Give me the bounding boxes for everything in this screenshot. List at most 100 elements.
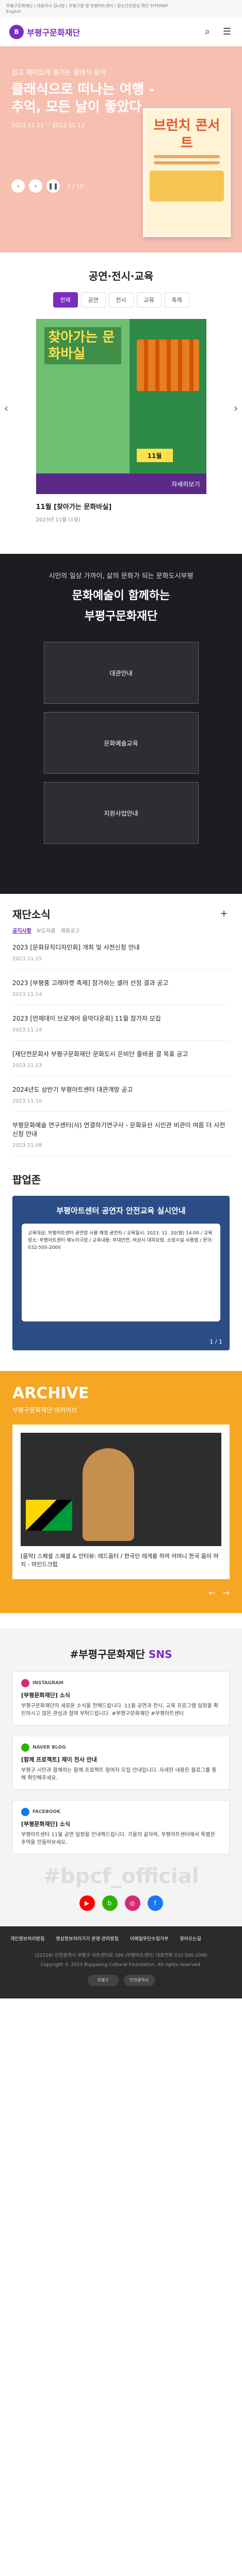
- sns-post-title: [부평문화재단] 소식: [21, 1692, 70, 1699]
- sns-title: #부평구문화재단 SNS: [12, 1646, 230, 1661]
- archive-next-arrow-icon[interactable]: →: [223, 1588, 230, 1598]
- archive-desc: 부평구문화재단 아카이브: [12, 1406, 77, 1414]
- edu-card-image: 찾아가는 문화바실 11월: [36, 319, 206, 473]
- tab-press[interactable]: 보도자료: [37, 926, 56, 934]
- edu-item-title[interactable]: 11월 [찾아가는 문화바실]: [36, 501, 206, 511]
- facebook-icon[interactable]: f: [147, 1895, 163, 1911]
- tab-festival[interactable]: 축제: [164, 292, 189, 308]
- intro-card-support[interactable]: 지원사업안내: [43, 782, 199, 844]
- sns-title-prefix: #부평구문화재단: [70, 1648, 149, 1660]
- sns-platform: FACEBOOK: [21, 1808, 221, 1816]
- archive-flag-graphic: [26, 1500, 72, 1531]
- blog-icon: [21, 1743, 29, 1752]
- news-item-date: 2023.11.10: [12, 1098, 42, 1104]
- news-header: 재단소식 +: [12, 906, 230, 921]
- tab-exhibition[interactable]: 전시: [108, 292, 134, 308]
- top-utility-bar: 부평구문화재단 | 대표이사 김나정 | 부평구청 옆 부평아트센터 / 청소년…: [0, 0, 242, 18]
- sns-watermark: #bpcf_official: [43, 1865, 199, 1888]
- sns-card-facebook[interactable]: FACEBOOK [부평문화재단] 소식 부평아트센터 11월 공연 일정을 안…: [12, 1800, 230, 1854]
- sns-card-instagram[interactable]: INSTAGRAM [부평문화재단] 소식 부평구문화재단의 새로운 소식을 전…: [12, 1671, 230, 1725]
- hero-prev-button[interactable]: ‹: [11, 179, 25, 193]
- popup-counter: 1 / 1: [209, 1338, 222, 1345]
- tab-performance[interactable]: 공연: [80, 292, 106, 308]
- poster-title: 브런치 콘서트: [153, 118, 220, 151]
- sns-card-blog[interactable]: NAVER BLOG [함께 프로젝트] 제이 천사 안내 부평구 시민과 함께…: [12, 1736, 230, 1790]
- tab-recruit[interactable]: 채용공고: [61, 926, 80, 934]
- poster-decoration: [154, 161, 220, 164]
- hero-next-button[interactable]: ›: [29, 179, 42, 193]
- sns-platform: INSTAGRAM: [21, 1679, 221, 1687]
- tab-all[interactable]: 전체: [53, 292, 78, 308]
- archive-arrows: ← →: [208, 1588, 230, 1598]
- site-footer: 개인정보처리방침 영상정보처리기기 운영·관리방침 이메일무단수집거부 찾아오는…: [0, 1926, 242, 1998]
- archive-title: ARCHIVE: [12, 1384, 89, 1402]
- news-tabs: 공지사항 보도자료 채용공고: [12, 926, 230, 934]
- poster-decoration: [154, 155, 220, 158]
- footer-link-directions[interactable]: 찾아오는길: [180, 1936, 201, 1943]
- edu-tabs: 전체 공연 전시 교육 축제: [0, 292, 242, 308]
- footer-nav: 개인정보처리방침 영상정보처리기기 운영·관리방침 이메일무단수집거부 찾아오는…: [10, 1936, 232, 1943]
- archive-item-title: [음악] 스페셜 스페셜 & 인터뷰: 레드옵터 / 한국인 레게를 하여 어머…: [21, 1553, 219, 1568]
- news-item-date: 2023.11.15: [12, 956, 42, 962]
- popup-section: 팝업존 부평아트센터 공연자 안전교육 실시안내 교육대상: 부평아트센터 공연…: [0, 1156, 242, 1350]
- intro-card-education[interactable]: 문화예술교육: [43, 712, 199, 774]
- logo-text: 부평구문화재단: [27, 27, 80, 38]
- list-item[interactable]: 2023 [부평풍 고래마켓 축제] 참가하는 셀러 선정 결과 공고 2023…: [12, 970, 230, 1005]
- popup-body: 교육대상: 부평아트센터 공연장 사용 예정 공연자 / 교육일시: 2023.…: [22, 1224, 220, 1321]
- top-utility-links[interactable]: 부평구문화재단 | 대표이사 김나정 | 부평구청 옆 부평아트센터 / 청소년…: [6, 3, 236, 9]
- archive-person-graphic: [83, 1448, 134, 1541]
- news-item-title: 2023 [문화뮤직디자인회] 개최 및 사전신청 안내: [12, 944, 140, 951]
- facebook-icon: [21, 1808, 29, 1816]
- archive-card[interactable]: [음악] 스페셜 스페셜 & 인터뷰: 레드옵터 / 한국인 레게를 하여 어머…: [12, 1425, 230, 1579]
- logo-mark: B: [9, 24, 24, 39]
- edu-month-badge: 11월: [136, 449, 173, 462]
- language-link[interactable]: English: [6, 9, 236, 14]
- search-icon[interactable]: ⌕: [202, 26, 213, 38]
- tab-notice[interactable]: 공지사항: [12, 926, 31, 934]
- intro-heading-line2: 부평구문화재단: [84, 610, 158, 623]
- edu-next-arrow[interactable]: ›: [234, 402, 238, 414]
- footer-address: (21316) 인천광역시 부평구 아트센터로 166 (부평아트센터) 대표전…: [35, 1953, 207, 1958]
- site-logo[interactable]: B 부평구문화재단: [9, 24, 80, 39]
- site-header: B 부평구문화재단 ⌕ ☰: [0, 18, 242, 46]
- list-item[interactable]: 2023 [문화뮤직디자인회] 개최 및 사전신청 안내 2023.11.15: [12, 934, 230, 970]
- footer-logos: 부평구 인천광역시: [10, 1975, 232, 1986]
- news-section: 재단소식 + 공지사항 보도자료 채용공고 2023 [문화뮤직디자인회] 개최…: [0, 894, 242, 1156]
- footer-logo-incheon[interactable]: 인천광역시: [123, 1975, 155, 1986]
- plus-icon[interactable]: +: [218, 908, 230, 920]
- tab-education[interactable]: 교육: [136, 292, 162, 308]
- footer-link-cctv[interactable]: 영상정보처리기기 운영·관리방침: [56, 1936, 119, 1943]
- edu-card[interactable]: 찾아가는 문화바실 11월 자세히보기 11월 [찾아가는 문화바실] 2023…: [36, 319, 206, 523]
- edu-more-link[interactable]: 자세히보기: [36, 473, 206, 494]
- edu-photo: [136, 340, 199, 391]
- edu-prev-arrow[interactable]: ‹: [4, 402, 8, 414]
- hero-poster[interactable]: 브런치 콘서트: [143, 108, 231, 237]
- list-item[interactable]: [재단전문회사 부평구문화재단 문화도시 은비단 줄바꿈 결 목표 공고 202…: [12, 1041, 230, 1076]
- hero-pause-button[interactable]: ❚❚: [46, 179, 60, 193]
- list-item[interactable]: 2024년도 상반기 부평아트센터 대관개방 공고 2023.11.10: [12, 1076, 230, 1112]
- archive-prev-arrow-icon[interactable]: ←: [208, 1588, 215, 1598]
- hero-subtitle: 쉽고 재미있게 즐기는 클래식 음악: [11, 69, 106, 77]
- sns-post-title: [부평문화재단] 소식: [21, 1821, 70, 1827]
- hero-controls: ‹ › ❚❚ 3 / 10: [11, 179, 84, 193]
- edu-section: 공연·전시·교육 전체 공연 전시 교육 축제 ‹ › 찾아가는 문화바실 11…: [0, 268, 242, 523]
- popup-heading: 부평아트센터 공연자 안전교육 실시안내: [56, 1206, 186, 1215]
- footer-link-email[interactable]: 이메일무단수집거부: [130, 1936, 169, 1943]
- news-item-date: 2023.11.13: [12, 1063, 42, 1069]
- blog-icon[interactable]: b: [102, 1895, 118, 1911]
- popup-banner[interactable]: 부평아트센터 공연자 안전교육 실시안내 교육대상: 부평아트센터 공연장 사용…: [12, 1196, 230, 1350]
- news-item-date: 2023.11.14: [12, 1027, 42, 1033]
- instagram-icon[interactable]: ◎: [124, 1895, 140, 1911]
- intro-section: 시민의 일상 가까이, 삶의 문화가 되는 문화도시부평 문화예술이 함께하는 …: [0, 554, 242, 894]
- hero-title[interactable]: 클래식으로 떠나는 여행 - 추억, 모든 날이 좋았다: [11, 81, 161, 116]
- news-item-title: 2023 [부평풍 고래마켓 축제] 참가하는 셀러 선정 결과 공고: [12, 979, 169, 987]
- menu-icon[interactable]: ☰: [221, 26, 233, 38]
- intro-heading-line1: 문화예술이 함께하는: [72, 589, 170, 602]
- list-item[interactable]: 부평문화예술 연구센터(사) 연결하기연구사 - 문화유산 시민관 비관이 여름…: [12, 1112, 230, 1156]
- youtube-icon[interactable]: ▶: [79, 1895, 95, 1911]
- intro-card-rental[interactable]: 대관안내: [43, 642, 199, 704]
- list-item[interactable]: 2023 [언제데이 브로게어 음악다운회] 11월 참가자 모집 2023.1…: [12, 1005, 230, 1041]
- footer-link-privacy[interactable]: 개인정보처리방침: [10, 1936, 44, 1943]
- news-item-date: 2023.11.14: [12, 992, 42, 997]
- footer-logo-bupyeong[interactable]: 부평구: [87, 1975, 119, 1986]
